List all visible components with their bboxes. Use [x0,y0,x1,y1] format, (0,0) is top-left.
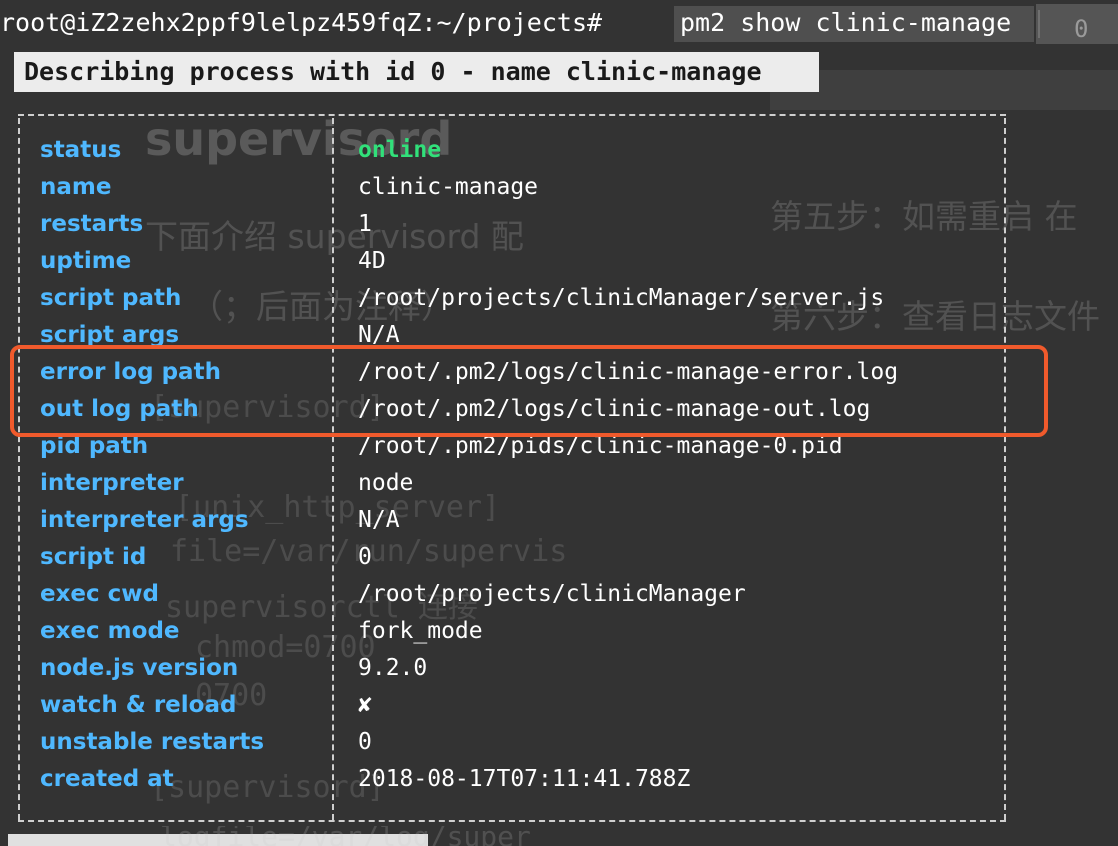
row-key: status [40,137,122,163]
row-key: exec cwd [40,581,160,607]
row-key: unstable restarts [40,729,265,755]
background-step5: 第五步：如需重启 在 [770,197,1078,236]
tab-number: 0 [1074,15,1089,43]
row-value: 1 [358,211,372,237]
log-paths-highlight-box [10,345,1048,437]
bottom-cutoff-region: logfile=/var/log/super [0,826,1118,846]
table-top-border [18,114,1006,116]
table-left-border [18,118,20,820]
row-key: created at [40,766,174,792]
row-key: name [40,174,112,200]
row-key: exec mode [40,618,180,644]
row-value: fork_mode [358,618,483,644]
row-value: /root/projects/clinicManager [358,581,746,607]
row-key: script id [40,544,147,570]
row-key: watch & reload [40,692,237,718]
table-right-border [1004,118,1006,820]
row-key: interpreter args [40,507,249,533]
command-text: pm2 show clinic-manage [680,8,1012,37]
row-value: online [358,137,442,163]
background-panel [770,70,1118,110]
row-value: 9.2.0 [358,655,428,681]
background-intro: 下面介绍 supervisord 配 [145,217,524,256]
row-value: node [358,470,414,496]
row-key: node.js version [40,655,239,681]
background-code-line: [supervisord] [150,770,385,805]
tab-separator [1038,10,1040,38]
row-value: 0 [358,729,372,755]
row-value: 4D [358,248,386,274]
row-key: script path [40,285,182,311]
shell-prompt: root@iZ2zehx2ppf9lelpz459fqZ:~/projects# [0,8,603,37]
terminal-window[interactable]: supervisord 下面介绍 supervisord 配 （；后面为注释） … [0,0,1118,846]
row-value: N/A [358,507,400,533]
row-value: 2018-08-17T07:11:41.788Z [358,766,691,792]
row-value: 0 [358,544,372,570]
table-bottom-border [18,820,1006,822]
table-column-divider [332,118,334,820]
row-key: restarts [40,211,144,237]
row-value: clinic-manage [358,174,539,200]
command-line: root@iZ2zehx2ppf9lelpz459fqZ:~/projects#… [0,0,1118,46]
background-code-line: logfile=/var/log/super [160,826,531,846]
row-key: uptime [40,248,132,274]
describe-line: Describing process with id 0 - name clin… [14,52,819,92]
row-value: ✘ [358,692,372,718]
row-value: /root/projects/clinicManager/server.js [358,285,885,311]
row-key: interpreter [40,470,184,496]
